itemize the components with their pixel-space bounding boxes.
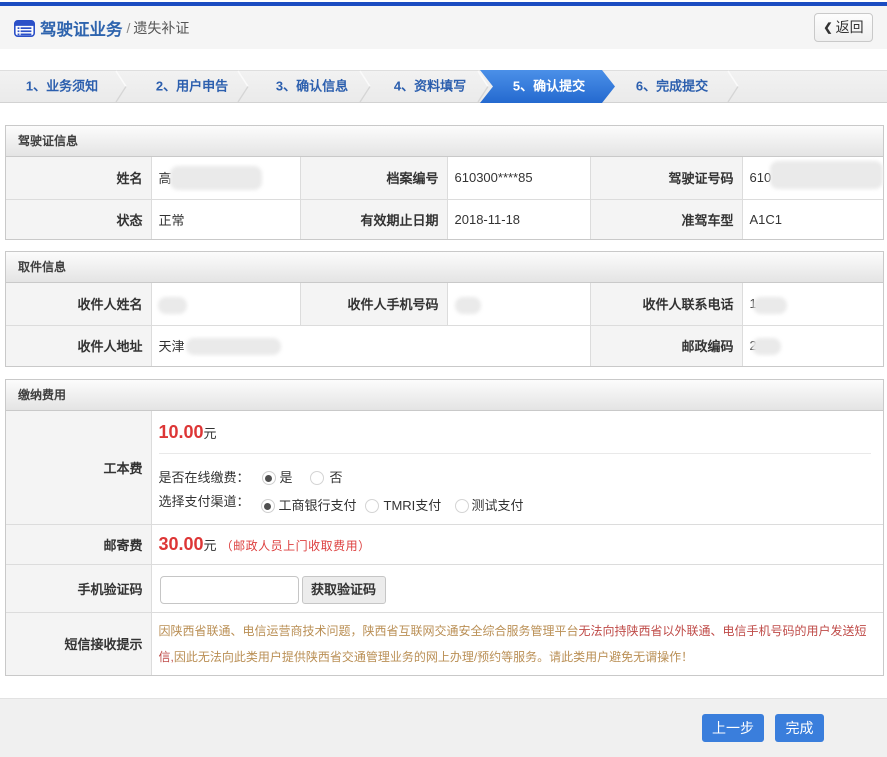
svg-text:5、确认提交: 5、确认提交 xyxy=(513,79,585,94)
svg-text:2、用户申告: 2、用户申告 xyxy=(156,79,228,94)
svg-text:6、完成提交: 6、完成提交 xyxy=(636,79,708,94)
svg-text:4、资料填写: 4、资料填写 xyxy=(394,79,466,94)
svg-text:1、业务须知: 1、业务须知 xyxy=(26,79,98,94)
svg-text:3、确认信息: 3、确认信息 xyxy=(276,79,348,94)
